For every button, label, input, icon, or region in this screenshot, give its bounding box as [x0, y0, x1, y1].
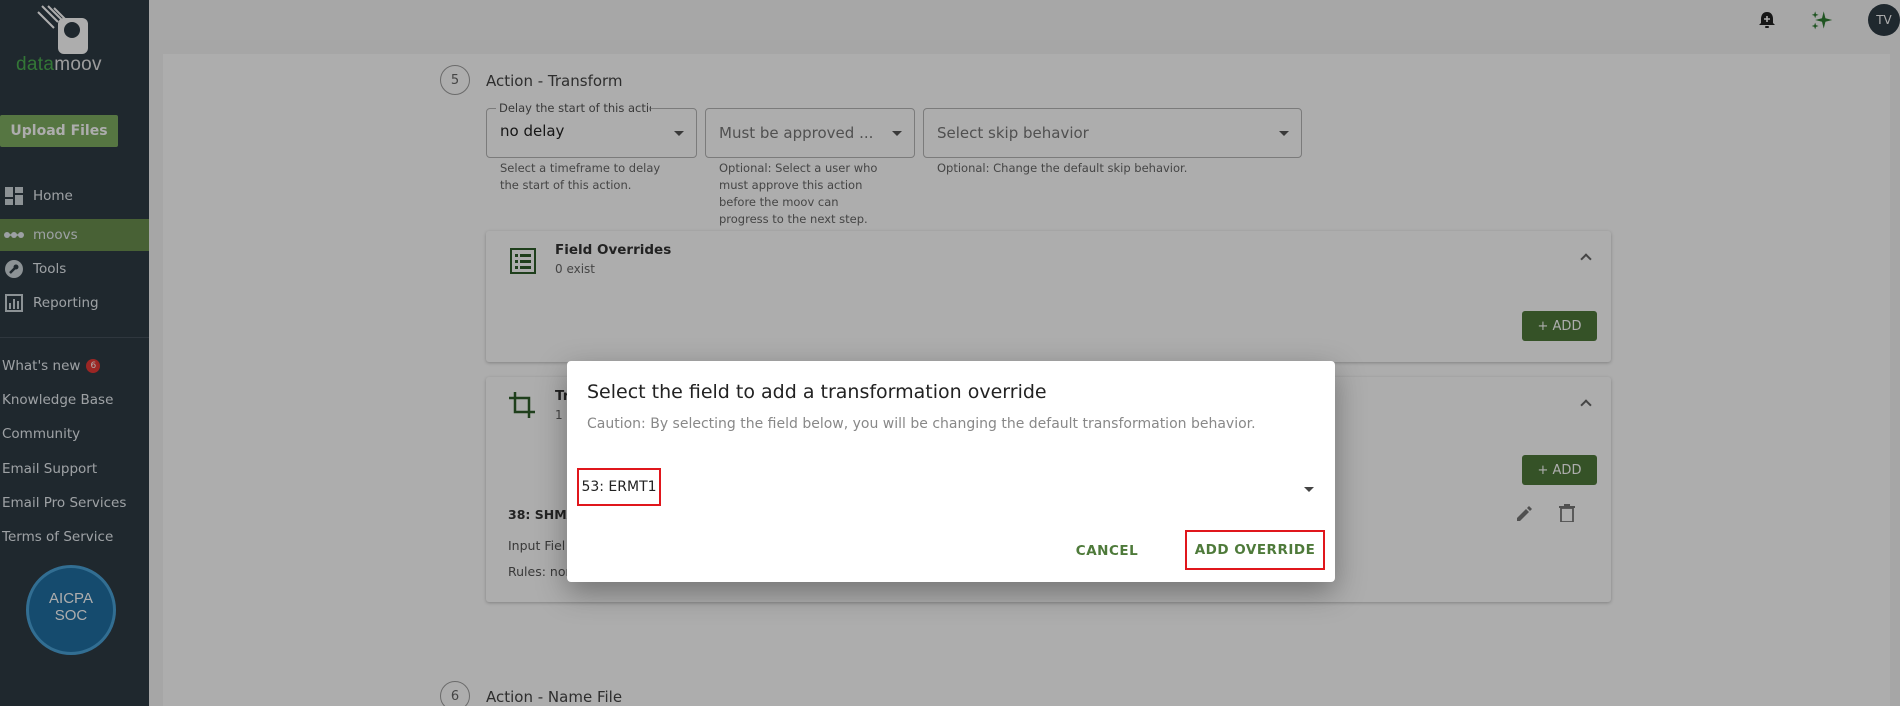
dialog-caution-text: Caution: By selecting the field below, y…: [587, 416, 1256, 432]
modal-backdrop[interactable]: [0, 0, 1900, 706]
dialog-title: Select the field to add a transformation…: [587, 381, 1047, 403]
add-override-button[interactable]: ADD OVERRIDE: [1185, 530, 1325, 570]
field-select[interactable]: [577, 507, 1317, 508]
cancel-button[interactable]: CANCEL: [1067, 535, 1147, 567]
field-select-value[interactable]: 53: ERMT1: [577, 468, 661, 506]
transformation-override-dialog: Select the field to add a transformation…: [567, 361, 1335, 582]
chevron-down-icon[interactable]: [1304, 487, 1314, 492]
